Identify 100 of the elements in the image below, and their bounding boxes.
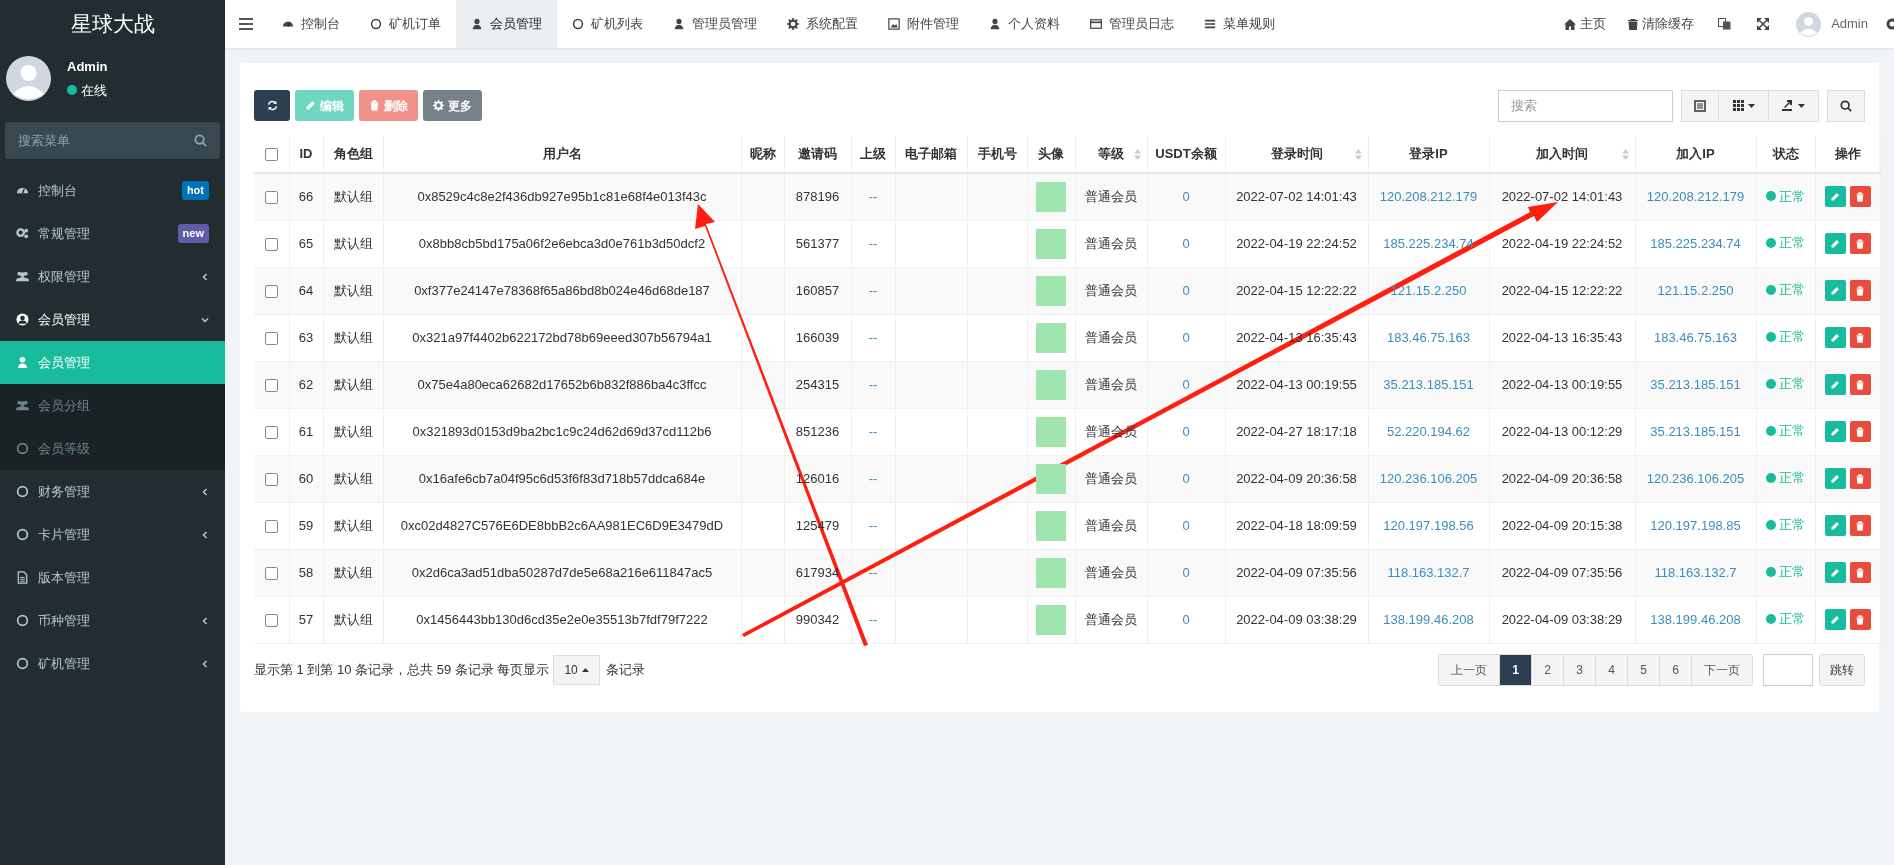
ip-link[interactable]: 185.225.234.74 <box>1650 235 1741 251</box>
ip-link[interactable]: 120.208.212.179 <box>1646 189 1745 204</box>
next-page-button[interactable]: 下一页 <box>1691 653 1753 686</box>
view-toggle-button[interactable] <box>1681 89 1719 122</box>
ip-link[interactable]: 118.163.132.7 <box>1387 564 1470 580</box>
parent-link[interactable]: -- <box>868 517 878 533</box>
row-checkbox[interactable] <box>264 425 278 439</box>
parent-link[interactable]: -- <box>868 564 878 580</box>
page-button[interactable]: 2 <box>1531 653 1564 686</box>
nav-tab[interactable]: 管理员管理 <box>658 0 772 48</box>
row-checkbox[interactable] <box>264 566 278 580</box>
delete-button[interactable] <box>1849 280 1871 302</box>
page-button[interactable]: 4 <box>1595 653 1628 686</box>
fullscreen-icon[interactable] <box>1757 18 1770 30</box>
balance-link[interactable]: 0 <box>1182 235 1190 251</box>
row-checkbox[interactable] <box>264 331 278 345</box>
ip-link[interactable]: 120.197.198.56 <box>1383 517 1474 533</box>
nav-tab[interactable]: 管理员日志 <box>1075 0 1189 48</box>
search-button[interactable] <box>1827 89 1865 122</box>
balance-link[interactable]: 0 <box>1182 329 1190 345</box>
nav-tab[interactable]: 矿机列表 <box>557 0 658 48</box>
page-number-field[interactable] <box>1763 653 1813 686</box>
row-checkbox[interactable] <box>264 519 278 533</box>
ip-link[interactable]: 183.46.75.163 <box>1386 329 1471 345</box>
column-header[interactable]: 加入时间 <box>1536 144 1588 164</box>
jump-button[interactable]: 跳转 <box>1819 653 1865 686</box>
page-button[interactable]: 6 <box>1659 653 1692 686</box>
sidebar-item[interactable]: 财务管理 <box>0 470 225 513</box>
select-all-checkbox[interactable] <box>264 148 278 162</box>
refresh-button[interactable] <box>254 90 290 121</box>
balance-link[interactable]: 0 <box>1182 517 1190 533</box>
row-checkbox[interactable] <box>264 237 278 251</box>
ip-link[interactable]: 118.163.132.7 <box>1654 564 1737 580</box>
balance-link[interactable]: 0 <box>1182 611 1190 627</box>
ip-link[interactable]: 138.199.46.208 <box>1383 611 1474 627</box>
parent-link[interactable]: -- <box>868 423 878 439</box>
sidebar-subitem[interactable]: 会员等级 <box>0 427 225 470</box>
more-button[interactable]: 更多 <box>423 90 482 121</box>
delete-button[interactable] <box>1849 468 1871 490</box>
balance-link[interactable]: 0 <box>1182 470 1190 486</box>
search-field[interactable]: 搜索 <box>1498 89 1673 122</box>
nav-tab[interactable]: 控制台 <box>267 0 355 48</box>
export-dropdown-button[interactable] <box>1769 89 1819 122</box>
column-header[interactable]: 登录时间 <box>1270 144 1323 164</box>
nav-tab[interactable]: 会员管理 <box>456 0 557 48</box>
ip-link[interactable]: 120.197.198.85 <box>1650 517 1741 533</box>
edit-button[interactable] <box>1824 562 1846 584</box>
parent-link[interactable]: -- <box>868 235 878 251</box>
delete-button[interactable] <box>1849 233 1871 255</box>
clear-cache-link[interactable]: 清除缓存 <box>1617 14 1706 34</box>
menu-icon[interactable] <box>239 18 253 30</box>
previous-page-button[interactable]: 上一页 <box>1438 653 1500 686</box>
home-link[interactable]: 主页 <box>1553 14 1618 34</box>
delete-button[interactable] <box>1849 421 1871 443</box>
balance-link[interactable]: 0 <box>1182 564 1190 580</box>
sidebar-item[interactable]: 版本管理 <box>0 556 225 599</box>
ip-link[interactable]: 138.199.46.208 <box>1650 611 1741 627</box>
ip-link[interactable]: 185.225.234.74 <box>1383 235 1474 251</box>
page-button[interactable]: 1 <box>1499 653 1532 686</box>
nav-tab[interactable]: 附件管理 <box>873 0 974 48</box>
ip-link[interactable]: 120.208.212.179 <box>1379 189 1478 204</box>
sidebar-item[interactable]: 控制台 hot <box>0 169 225 212</box>
translate-icon[interactable] <box>1718 18 1732 30</box>
edit-button[interactable] <box>1824 374 1846 396</box>
row-checkbox[interactable] <box>264 378 278 392</box>
column-header[interactable]: 等级 <box>1098 144 1124 164</box>
edit-button[interactable] <box>1824 515 1846 537</box>
user-name[interactable]: Admin <box>1831 14 1868 34</box>
sidebar-subitem[interactable]: 会员分组 <box>0 384 225 427</box>
menu-search-field[interactable]: 搜索菜单 <box>5 122 220 159</box>
row-checkbox[interactable] <box>264 284 278 298</box>
ip-link[interactable]: 121.15.2.250 <box>1657 282 1734 298</box>
delete-button[interactable] <box>1849 562 1871 584</box>
ip-link[interactable]: 183.46.75.163 <box>1653 329 1738 345</box>
sidebar-item[interactable]: 常规管理 new <box>0 212 225 255</box>
edit-button[interactable] <box>1824 280 1846 302</box>
nav-tab[interactable]: 个人资料 <box>974 0 1075 48</box>
delete-button[interactable] <box>1849 515 1871 537</box>
sidebar-item[interactable]: 币种管理 <box>0 599 225 642</box>
balance-link[interactable]: 0 <box>1182 376 1190 392</box>
page-size-dropdown[interactable]: 10 <box>553 654 600 685</box>
columns-dropdown-button[interactable] <box>1719 89 1769 122</box>
parent-link[interactable]: -- <box>868 470 878 486</box>
parent-link[interactable]: -- <box>868 376 878 392</box>
delete-button[interactable] <box>1849 327 1871 349</box>
ip-link[interactable]: 35.213.185.151 <box>1650 423 1741 439</box>
row-checkbox[interactable] <box>264 191 278 205</box>
ip-link[interactable]: 120.236.106.205 <box>1379 470 1478 486</box>
parent-link[interactable]: -- <box>868 282 878 298</box>
edit-button[interactable] <box>1824 186 1846 208</box>
ip-link[interactable]: 121.15.2.250 <box>1390 282 1467 298</box>
delete-button[interactable] <box>1849 374 1871 396</box>
ip-link[interactable]: 120.236.106.205 <box>1646 470 1745 486</box>
edit-button[interactable] <box>1824 468 1846 490</box>
balance-link[interactable]: 0 <box>1182 423 1190 439</box>
sidebar-item[interactable]: 权限管理 <box>0 255 225 298</box>
balance-link[interactable]: 0 <box>1182 189 1190 204</box>
delete-button[interactable] <box>1849 186 1871 208</box>
parent-link[interactable]: -- <box>868 611 878 627</box>
nav-tab[interactable]: 矿机订单 <box>355 0 456 48</box>
